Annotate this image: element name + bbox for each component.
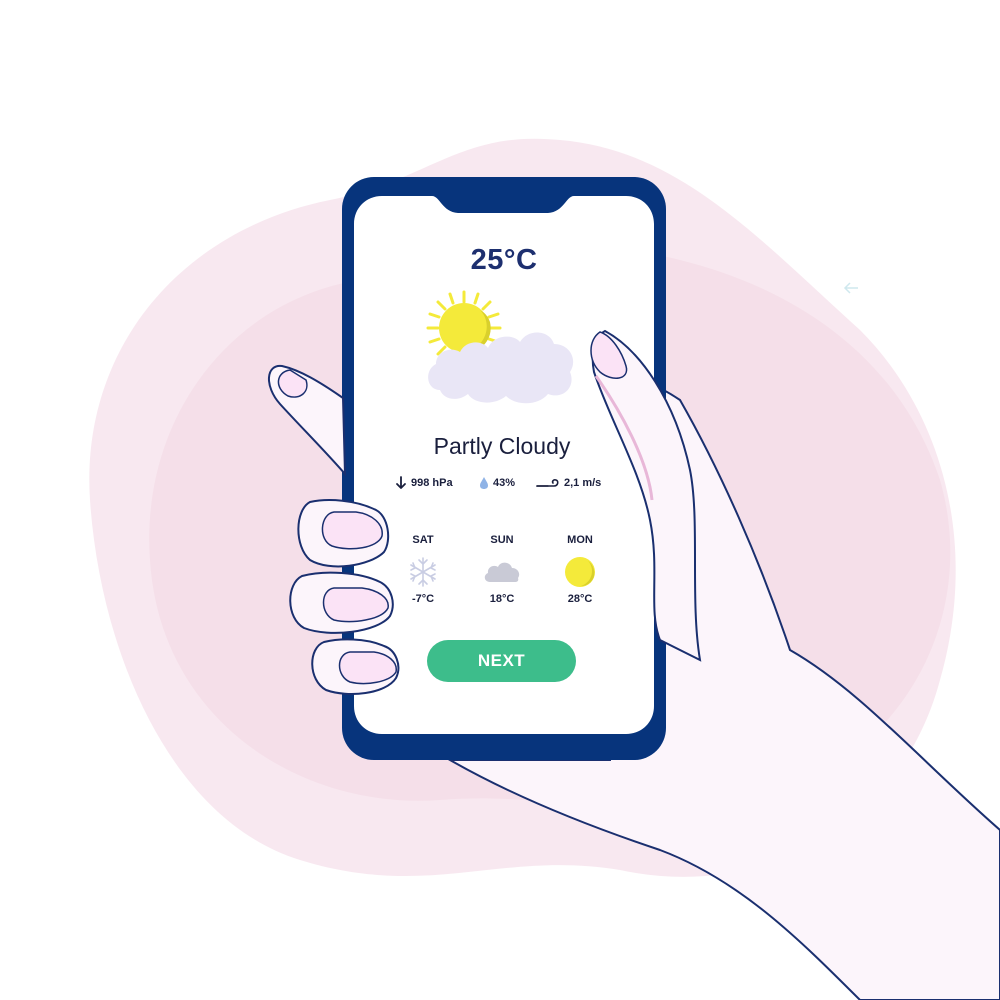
- cloud-icon: [484, 562, 520, 582]
- forecast-day-mon: MON: [567, 534, 593, 546]
- temperature-readout: 25°C: [470, 244, 538, 276]
- pressure-value: 998 hPa: [411, 477, 453, 489]
- humidity-stat: 43%: [479, 474, 515, 492]
- pressure-stat: 998 hPa: [395, 474, 453, 492]
- sun-icon: [565, 557, 595, 587]
- humidity-value: 43%: [493, 477, 516, 489]
- wind-value: 2,1 m/s: [564, 477, 602, 489]
- next-button[interactable]: NEXT: [427, 640, 576, 682]
- droplet-icon: [480, 477, 488, 489]
- forecast-temp-mon: 28°C: [567, 593, 593, 605]
- weather-app-screen: 25°C Partly Cloudy 998 hPa 43% 2,1 m/s S…: [354, 196, 654, 734]
- forecast-temp-sun: 18°C: [489, 593, 515, 605]
- snowflake-icon: [410, 557, 436, 587]
- sun-behind-cloud-icon: [426, 290, 574, 404]
- condition-label: Partly Cloudy: [433, 433, 571, 459]
- wind-icon: [536, 479, 559, 487]
- forecast-day-sun: SUN: [490, 534, 514, 546]
- wind-stat: 2,1 m/s: [536, 474, 601, 492]
- forecast-day-sat: SAT: [412, 534, 434, 546]
- arrow-down-icon: [396, 476, 406, 489]
- forecast-temp-sat: -7°C: [411, 593, 435, 605]
